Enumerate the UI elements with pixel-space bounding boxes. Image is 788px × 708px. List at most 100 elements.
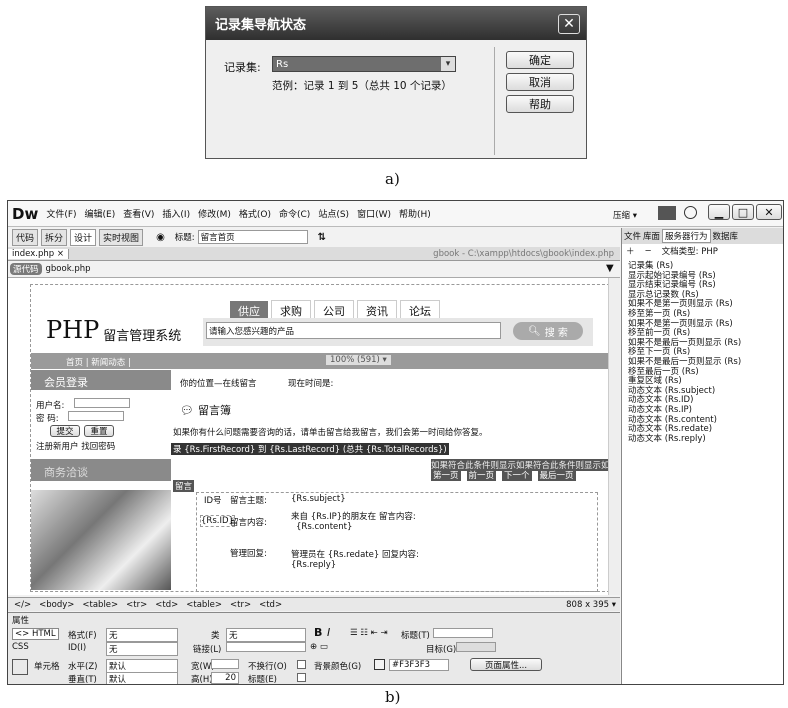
horizontal-select[interactable]: 默认 (106, 659, 178, 673)
divider (494, 47, 495, 155)
window-size[interactable]: 808 x 395 ▾ (566, 600, 620, 610)
workspace-icon[interactable] (658, 206, 676, 220)
italic-icon[interactable]: I (327, 626, 330, 639)
register-links[interactable]: 注册新用户 找回密码 (36, 440, 115, 452)
chevron-down-icon[interactable]: ▾ (441, 57, 455, 71)
location-text: 你的位置—在线留言 (180, 379, 257, 389)
first-page-link[interactable]: 第一页 (431, 469, 461, 481)
width-input[interactable] (211, 659, 239, 669)
title-field-input[interactable] (433, 628, 493, 638)
tab-label: index.php (12, 248, 55, 259)
folder-icon[interactable]: ⊕ ▭ (310, 642, 328, 652)
properties-title: 属性 (12, 616, 30, 626)
tag-td-2[interactable]: <td> (259, 600, 282, 610)
link-label: 链接(L) (193, 645, 222, 655)
bgcolor-input[interactable]: #F3F3F3 (389, 659, 449, 671)
header-checkbox[interactable] (297, 673, 306, 682)
menu-command[interactable]: 命令(C) (279, 207, 310, 220)
search-button[interactable]: 🔍︎ 搜 索 (513, 322, 583, 340)
ok-button[interactable]: 确定 (506, 51, 574, 69)
split-view-button[interactable]: 拆分 (41, 228, 68, 246)
cancel-button[interactable]: 取消 (506, 73, 574, 91)
tab-index-php[interactable]: index.php × (8, 248, 69, 259)
tab-database[interactable]: 数据库 (713, 230, 739, 242)
panel-tabs: 文件 库面 服务器行为 数据库 (622, 228, 783, 244)
format-select[interactable]: 无 (106, 628, 178, 642)
tag-table-2[interactable]: <table> (186, 600, 222, 610)
minimize-icon[interactable]: ▁ (708, 204, 730, 220)
table-cell-icon (12, 659, 28, 675)
tab-server-behaviors[interactable]: 服务器行为 (662, 229, 711, 243)
tag-tr-2[interactable]: <tr> (230, 600, 251, 610)
tab-assets[interactable]: 库面 (643, 230, 660, 242)
class-select[interactable]: 无 (226, 628, 306, 642)
dialog-title: 记录集导航状态 (215, 18, 307, 33)
compress-dropdown[interactable]: 压缩 ▾ (613, 209, 637, 221)
design-view-button[interactable]: 设计 (70, 228, 97, 246)
tag-table[interactable]: <table> (82, 600, 118, 610)
password-input[interactable] (68, 411, 124, 421)
search-icon[interactable] (684, 206, 697, 219)
tag-body[interactable]: <body> (39, 600, 74, 610)
menu-file[interactable]: 文件(F) (46, 207, 76, 220)
refresh-icon[interactable]: ⇅ (318, 232, 326, 243)
menu-modify[interactable]: 修改(M) (198, 207, 231, 220)
nowrap-checkbox[interactable] (297, 660, 306, 669)
menu-edit[interactable]: 编辑(E) (85, 207, 116, 220)
color-swatch-icon[interactable] (374, 659, 385, 670)
tab-files[interactable]: 文件 (624, 230, 641, 242)
last-page-link[interactable]: 最后一页 (537, 469, 576, 481)
vertical-scrollbar[interactable] (608, 278, 620, 595)
remove-icon[interactable]: − (645, 246, 652, 256)
product-search-input[interactable]: 请输入您感兴趣的产品 (206, 322, 501, 339)
chat-icon: 💬︎ (180, 403, 194, 417)
source-file[interactable]: gbook.php (46, 264, 91, 274)
maximize-icon[interactable]: □ (732, 204, 754, 220)
menu-view[interactable]: 查看(V) (123, 207, 154, 220)
link-input[interactable] (226, 642, 306, 652)
filter-icon[interactable]: ▼ (606, 263, 614, 274)
globe-icon[interactable]: ◉ (156, 232, 165, 243)
menu-format[interactable]: 格式(O) (239, 207, 271, 220)
list-icon[interactable]: ☰ ☷ ⇤ ⇥ (350, 628, 388, 638)
tag-tr[interactable]: <tr> (126, 600, 147, 610)
format-label: 格式(F) (68, 631, 97, 641)
behavior-item[interactable]: 动态文本 (Rs.reply) (628, 434, 783, 445)
site-logo: PHP 留言管理系统 (46, 316, 181, 344)
page-properties-button[interactable]: 页面属性... (470, 658, 542, 671)
id-select[interactable]: 无 (106, 642, 178, 656)
login-submit-button[interactable]: 提交 (50, 425, 80, 437)
target-label: 目标(G) (426, 645, 457, 655)
design-canvas: PHP 留言管理系统 供应 求购 公司 资讯 论坛 请输入您感兴趣的产品 🔍︎ 搜… (8, 277, 620, 595)
height-input[interactable]: 20 (211, 672, 239, 684)
menu-help[interactable]: 帮助(H) (399, 207, 431, 220)
top-nav-links[interactable]: 首页 | 新闻动态 | (66, 356, 131, 368)
cell-label: 单元格 (34, 662, 60, 672)
tag-selector-bar: </> <body> <table> <tr> <td> <table> <tr… (8, 597, 620, 611)
close-icon[interactable]: ✕ (558, 13, 580, 34)
pagination: 第一页 前一页 下一个 最后一页 (431, 469, 576, 481)
login-reset-button[interactable]: 重置 (84, 425, 114, 437)
vertical-select[interactable]: 默认 (106, 672, 178, 684)
tag-td[interactable]: <td> (155, 600, 178, 610)
menu-window[interactable]: 窗口(W) (357, 207, 391, 220)
css-mode-button[interactable]: CSS (12, 642, 29, 652)
next-page-link[interactable]: 下一个 (502, 469, 532, 481)
live-view-button[interactable]: 实时视图 (99, 228, 144, 246)
code-view-button[interactable]: 代码 (12, 228, 39, 246)
bold-icon[interactable]: B (314, 626, 322, 639)
source-code-tag[interactable]: 源代码 (10, 263, 42, 275)
recordset-nav-dialog: 记录集导航状态 ✕ 记录集: Rs ▾ 范例：记录 1 到 5（总共 10 个记… (205, 6, 587, 159)
username-input[interactable] (74, 398, 130, 408)
recordset-select[interactable]: Rs ▾ (272, 56, 456, 72)
title-input[interactable]: 留言首页 (197, 230, 308, 244)
html-mode-button[interactable]: <> HTML (12, 628, 59, 640)
add-icon[interactable]: ＋ (626, 245, 635, 257)
window-close-icon[interactable]: ✕ (756, 204, 782, 220)
help-button[interactable]: 帮助 (506, 95, 574, 113)
menu-insert[interactable]: 插入(I) (162, 207, 190, 220)
menu-site[interactable]: 站点(S) (318, 207, 349, 220)
prev-page-link[interactable]: 前一页 (466, 469, 497, 481)
subject-label: 留言主题: (230, 496, 267, 506)
target-select[interactable] (456, 642, 496, 652)
